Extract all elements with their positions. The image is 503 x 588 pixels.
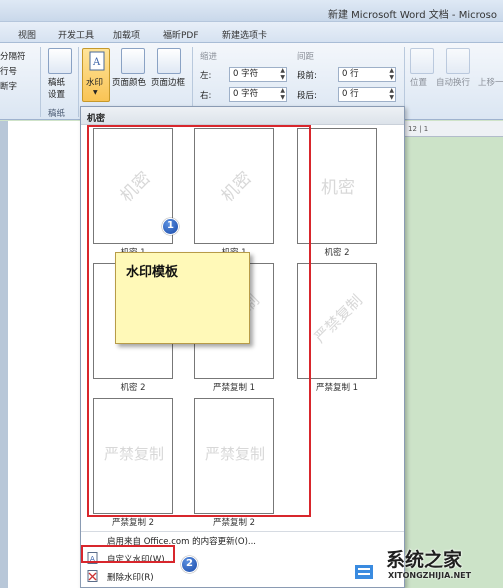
watermark-template-callout: 水印模板 xyxy=(115,252,250,344)
breaks-button[interactable]: 分隔符 xyxy=(0,50,26,62)
page-border-icon[interactable] xyxy=(157,48,181,74)
spacing-after-input[interactable]: 0 行 ▲ ▼ xyxy=(338,87,396,102)
spacing-heading: 间距 xyxy=(297,52,315,62)
stationery-group-label: 稿纸 xyxy=(48,109,66,119)
indent-right-value: 0 字符 xyxy=(233,89,259,99)
custom-watermark-highlight-box xyxy=(81,545,175,563)
step-1-badge: 1 xyxy=(162,218,179,235)
watermark-icon: A xyxy=(89,51,105,71)
site-logo-name: 系统之家 xyxy=(386,549,463,571)
tab-addins[interactable]: 加载项 xyxy=(113,28,140,41)
indent-left-value: 0 字符 xyxy=(233,69,259,79)
spin-arrows-icon[interactable]: ▲ ▼ xyxy=(389,67,394,81)
spacing-before-input[interactable]: 0 行 ▲ ▼ xyxy=(338,67,396,82)
hyphenation-button[interactable]: 断字 xyxy=(0,80,17,92)
gallery-section-header: 机密 xyxy=(81,107,404,125)
spacing-before-value: 0 行 xyxy=(342,69,359,79)
wrap-text-icon[interactable] xyxy=(446,48,470,74)
tab-foxit-pdf[interactable]: 福昕PDF xyxy=(163,28,199,41)
stationery-icon[interactable] xyxy=(48,48,72,74)
page-color-icon[interactable] xyxy=(121,48,145,74)
window-title: 新建 Microsoft Word 文档 - Microso xyxy=(328,10,497,21)
page-border-label[interactable]: 页面边框 xyxy=(151,76,185,88)
position-label[interactable]: 位置 xyxy=(410,76,427,88)
stationery-label-1: 稿纸 xyxy=(48,78,66,88)
watermark-thumbnail-label: 严禁复制 2 xyxy=(111,518,155,528)
indent-right-input[interactable]: 0 字符 ▲ ▼ xyxy=(229,87,287,102)
tab-view[interactable]: 视图 xyxy=(18,28,36,41)
horizontal-ruler: 12 | 1 xyxy=(404,121,503,137)
page-color-label[interactable]: 页面颜色 xyxy=(112,76,146,88)
title-bar: 新建 Microsoft Word 文档 - Microso xyxy=(0,0,503,22)
document-area-right[interactable] xyxy=(404,121,503,588)
step-2-badge: 2 xyxy=(181,556,198,573)
indent-left-label: 左: xyxy=(200,71,212,81)
tab-new[interactable]: 新建选项卡 xyxy=(222,28,267,41)
indent-right-label: 右: xyxy=(200,91,212,101)
bring-forward-label[interactable]: 上移一 xyxy=(478,76,503,88)
ribbon-tabs: 视图 开发工具 加载项 福昕PDF 新建选项卡 xyxy=(0,22,503,43)
indent-heading: 缩进 xyxy=(200,52,218,62)
site-logo-url: XITONGZHIJIA.NET xyxy=(388,571,472,580)
spacing-after-value: 0 行 xyxy=(342,89,359,99)
wrap-text-label[interactable]: 自动换行 xyxy=(436,76,470,88)
indent-left-input[interactable]: 0 字符 ▲ ▼ xyxy=(229,67,287,82)
watermark-button[interactable]: A 水印 ▼ xyxy=(82,48,110,102)
watermark-thumbnail-label: 严禁复制 2 xyxy=(212,518,256,528)
spin-arrows-icon[interactable]: ▲ ▼ xyxy=(280,87,285,101)
tab-developer[interactable]: 开发工具 xyxy=(58,28,94,41)
line-numbers-button[interactable]: 行号 xyxy=(0,65,17,77)
ruler-text: 12 | 1 xyxy=(408,125,429,133)
site-logo: 系统之家 XITONGZHIJIA.NET xyxy=(340,536,503,588)
spin-arrows-icon[interactable]: ▲ ▼ xyxy=(280,67,285,81)
watermark-dropdown-icon: ▼ xyxy=(93,89,98,96)
remove-watermark-label: 删除水印(R) xyxy=(107,573,154,583)
svg-text:A: A xyxy=(92,57,101,68)
position-icon[interactable] xyxy=(410,48,434,74)
spin-arrows-icon[interactable]: ▲ ▼ xyxy=(389,87,394,101)
document-page[interactable] xyxy=(8,121,80,588)
spacing-after-label: 段后: xyxy=(297,91,317,101)
watermark-preview-text: 严禁复制 xyxy=(310,291,366,347)
remove-watermark-icon xyxy=(87,570,98,582)
stationery-label-2: 设置 xyxy=(48,90,66,100)
spacing-before-label: 段前: xyxy=(297,71,317,81)
watermark-label: 水印 xyxy=(86,78,104,88)
document-area-left xyxy=(0,121,80,588)
